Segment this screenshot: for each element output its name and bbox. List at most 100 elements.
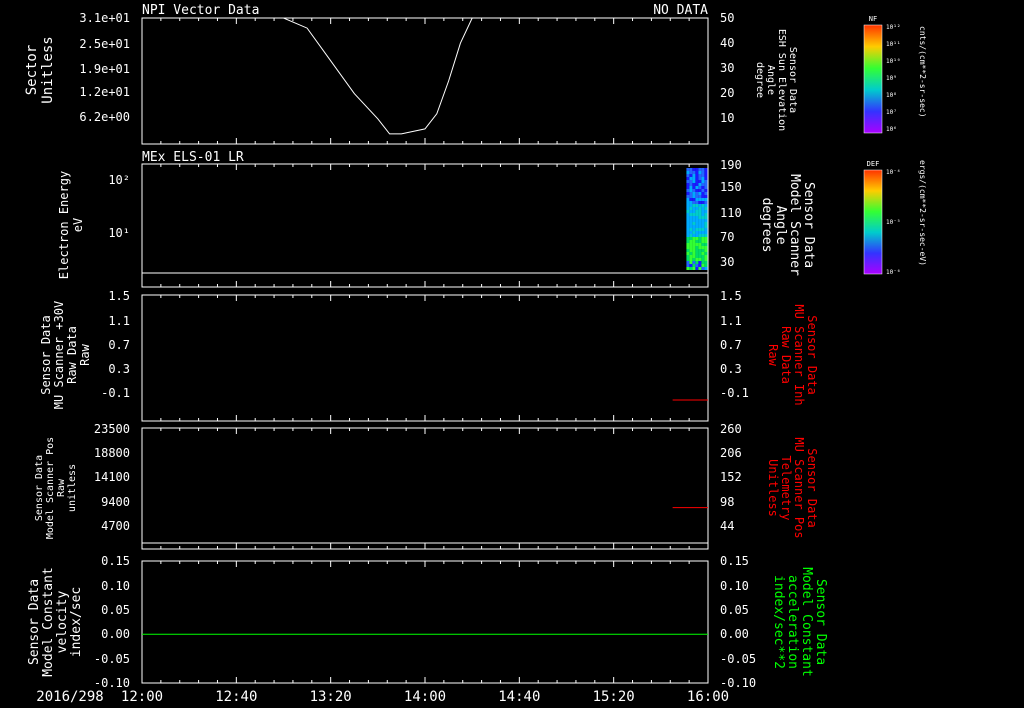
spectrogram-cell bbox=[686, 201, 690, 204]
mu-raw-ytick-left: 1.5 bbox=[108, 289, 130, 303]
scanner-pos-ylabel-left: unitless bbox=[67, 464, 78, 512]
scanner-pos-ytick-left: 14100 bbox=[94, 470, 130, 484]
spectrogram-cell bbox=[689, 174, 693, 177]
spectrogram-cell bbox=[704, 255, 708, 258]
spectrogram-cell bbox=[692, 204, 696, 207]
spectrogram-cell bbox=[695, 240, 699, 243]
spectrogram-cell bbox=[692, 267, 696, 270]
els-colorbar-scale bbox=[863, 169, 883, 275]
scanner-pos-ytick-right: 260 bbox=[720, 422, 742, 436]
spectrogram-cell bbox=[689, 240, 693, 243]
spectrogram-cell bbox=[701, 231, 705, 234]
npi-colorbar-scale bbox=[863, 24, 883, 134]
velocity-frame bbox=[141, 560, 709, 684]
spectrogram-cell bbox=[698, 234, 702, 237]
spectrogram-cell bbox=[704, 264, 708, 267]
spectrogram-cell bbox=[698, 180, 702, 183]
spectrogram-cell bbox=[686, 228, 690, 231]
mu-raw-ylabel-left: MU Scanner +30V bbox=[52, 301, 66, 409]
spectrogram-cell bbox=[689, 204, 693, 207]
spectrogram-cell bbox=[686, 186, 690, 189]
spectrogram-cell bbox=[701, 189, 705, 192]
spectrogram-cell bbox=[701, 255, 705, 258]
spectrogram-cell bbox=[695, 186, 699, 189]
time-tick-label: 12:00 bbox=[121, 689, 163, 705]
spectrogram-cell bbox=[704, 252, 708, 255]
velocity-ylabel-left: Model Constant bbox=[41, 567, 56, 677]
spectrogram-cell bbox=[689, 219, 693, 222]
spectrogram-cell bbox=[695, 168, 699, 171]
npi-colorbar-tick: 10¹¹ bbox=[886, 41, 900, 48]
spectrogram-cell bbox=[686, 213, 690, 216]
spectrogram-cell bbox=[701, 222, 705, 225]
spectrogram-cell bbox=[692, 174, 696, 177]
spectrogram-cell bbox=[704, 222, 708, 225]
spectrogram-cell bbox=[698, 255, 702, 258]
stacked-time-series-plot: NPI Vector Data NO DATA 3.1e+01 2.5e+01 … bbox=[24, 3, 927, 705]
npi-ytick-left: 6.2e+00 bbox=[79, 110, 130, 124]
spectrogram-cell bbox=[701, 261, 705, 264]
spectrogram-cell bbox=[686, 249, 690, 252]
spectrogram-cell bbox=[695, 177, 699, 180]
mu-raw-ytick-right: -0.1 bbox=[720, 386, 749, 400]
spectrogram-cell bbox=[686, 252, 690, 255]
velocity-ytick-right: -0.10 bbox=[720, 676, 756, 690]
spectrogram-cell bbox=[701, 219, 705, 222]
spectrogram-cell bbox=[698, 171, 702, 174]
spectrogram-cell bbox=[698, 249, 702, 252]
spectrogram-cell bbox=[704, 168, 708, 171]
spectrogram-cell bbox=[689, 207, 693, 210]
spectrogram-cell bbox=[689, 225, 693, 228]
spectrogram-cell bbox=[701, 171, 705, 174]
spectrogram-cell bbox=[695, 216, 699, 219]
mu-raw-ytick-left: 0.7 bbox=[108, 338, 130, 352]
spectrogram-cell bbox=[692, 195, 696, 198]
npi-colorbar-tick: 10⁹ bbox=[886, 75, 897, 82]
scanner-pos-ytick-right: 98 bbox=[720, 495, 734, 509]
velocity-ylabel-right: index/sec**2 bbox=[771, 575, 786, 669]
velocity-ylabel-right: Sensor Data bbox=[813, 579, 828, 665]
spectrogram-cell bbox=[698, 240, 702, 243]
npi-ytick-left: 1.2e+01 bbox=[79, 85, 130, 99]
spectrogram-cell bbox=[695, 246, 699, 249]
els-ylabel-left: Electron Energy bbox=[57, 171, 71, 279]
npi-ytick-right: 40 bbox=[720, 36, 734, 50]
npi-colorbar-label: NF bbox=[869, 15, 877, 23]
spectrogram-cell bbox=[695, 198, 699, 201]
spectrogram-cell bbox=[689, 198, 693, 201]
els-ytick-right: 190 bbox=[720, 158, 742, 172]
npi-ytick-right: 20 bbox=[720, 86, 734, 100]
spectrogram-cell bbox=[695, 201, 699, 204]
spectrogram-cell bbox=[701, 174, 705, 177]
scanner-pos-ytick-right: 44 bbox=[720, 519, 734, 533]
spectrogram-cell bbox=[698, 267, 702, 270]
spectrogram-cell bbox=[701, 180, 705, 183]
els-colorbar-tick: 10⁻⁵ bbox=[886, 219, 900, 226]
scanner-pos-ytick-left: 23500 bbox=[94, 422, 130, 436]
spectrogram-cell bbox=[698, 231, 702, 234]
spectrogram-cell bbox=[704, 189, 708, 192]
spectrogram-cell bbox=[692, 213, 696, 216]
spectrogram-cell bbox=[698, 201, 702, 204]
spectrogram-cell bbox=[692, 198, 696, 201]
spectrogram-cell bbox=[686, 177, 690, 180]
spectrogram-cell bbox=[692, 228, 696, 231]
npi-ytick-left: 1.9e+01 bbox=[79, 62, 130, 76]
velocity-ytick-left: -0.10 bbox=[94, 676, 130, 690]
spectrogram-cell bbox=[701, 198, 705, 201]
spectrogram-cell bbox=[689, 264, 693, 267]
spectrogram-cell bbox=[704, 243, 708, 246]
spectrogram-cell bbox=[692, 216, 696, 219]
mu-raw-ylabel-left: Sensor Data bbox=[39, 315, 53, 394]
spectrogram-cell bbox=[698, 216, 702, 219]
spectrogram-cell bbox=[704, 180, 708, 183]
time-tick-label: 16:00 bbox=[687, 689, 729, 705]
npi-ytick-right: 50 bbox=[720, 11, 734, 25]
els-colorbar-units: ergs/(cm**2-sr-sec-eV) bbox=[918, 160, 927, 266]
spectrogram-cell bbox=[692, 183, 696, 186]
spectrogram-cell bbox=[695, 267, 699, 270]
spectrogram-cell bbox=[695, 204, 699, 207]
spectrogram-cell bbox=[704, 192, 708, 195]
npi-ytick-right: 30 bbox=[720, 61, 734, 75]
spectrogram-cell bbox=[692, 192, 696, 195]
